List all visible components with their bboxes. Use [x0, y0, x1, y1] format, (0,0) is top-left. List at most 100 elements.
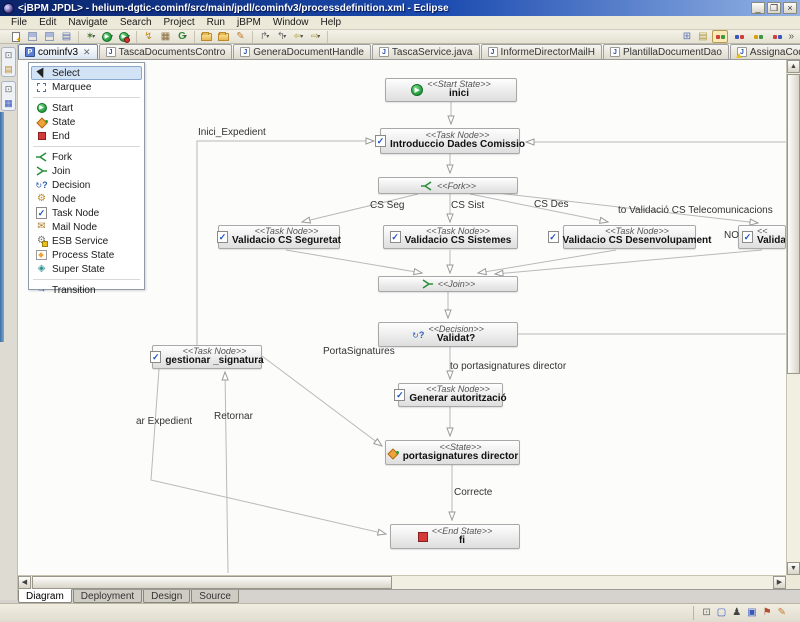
node-state-portasignatures-director[interactable]: <<State>>portasignatures director: [385, 440, 520, 465]
resource-perspective-icon[interactable]: ▤: [696, 31, 709, 43]
run-icon[interactable]: ▶▾: [101, 31, 114, 43]
save-icon[interactable]: [26, 31, 39, 43]
menu-run[interactable]: Run: [202, 17, 230, 28]
transition-label-to-validacio-cs-telecomunicacions[interactable]: to Validació CS Telecomunicacions: [618, 205, 773, 216]
node-decision-validat[interactable]: ↻? <<Decision>>Validat?: [378, 322, 518, 347]
editor-area-icon[interactable]: ▢: [717, 608, 726, 618]
menu-edit[interactable]: Edit: [34, 17, 61, 28]
palette-decision[interactable]: ↻? Decision: [31, 178, 142, 192]
team-perspective-icon[interactable]: [769, 30, 785, 43]
editor-tab-cominfv3[interactable]: P cominfv3 ✕: [18, 44, 98, 59]
palette-mail-node[interactable]: ✉ Mail Node: [31, 220, 142, 234]
transition-label-cs-seg[interactable]: CS Seg: [370, 200, 404, 211]
transition-label-cs-des[interactable]: CS Des: [534, 199, 568, 210]
palette-join[interactable]: Join: [31, 164, 142, 178]
forward-icon[interactable]: ⇨▾: [309, 31, 322, 43]
menu-file[interactable]: File: [6, 17, 32, 28]
editor-tab-informedirectormailh[interactable]: J InformeDirectorMailH: [481, 44, 602, 59]
save-all-icon[interactable]: [43, 31, 56, 43]
restore-window-icon[interactable]: ❐: [767, 2, 781, 14]
node-start-inici[interactable]: ▶ <<Start State>>inici: [385, 78, 517, 102]
debug-perspective-icon[interactable]: [750, 30, 766, 43]
bottom-tab-source[interactable]: Source: [191, 590, 239, 603]
palette-marquee[interactable]: Marquee: [31, 80, 142, 94]
palette-esb-service[interactable]: ⚙ ESB Service: [31, 234, 142, 248]
vertical-scroll-thumb[interactable]: [787, 74, 800, 374]
palette-start[interactable]: ▶ Start: [31, 101, 142, 115]
restore-view-icon[interactable]: ⊡: [3, 49, 15, 61]
node-end-fi[interactable]: <<End State>>fi: [390, 524, 520, 549]
palette-select[interactable]: Select: [31, 66, 142, 80]
back-icon[interactable]: ⇦▾: [292, 31, 305, 43]
node-fork[interactable]: <<Fork>>: [378, 177, 518, 194]
sync-icon[interactable]: ⚑: [763, 608, 772, 618]
annotate-icon[interactable]: ✎: [234, 31, 247, 43]
close-tab-icon[interactable]: ✕: [83, 47, 91, 58]
node-task-validacio-cs-telecomunicacions[interactable]: ✓ <<Validació C: [738, 225, 786, 249]
horizontal-scroll-thumb[interactable]: [32, 576, 392, 589]
editor-tab-tascadocumentscontro[interactable]: J TascaDocumentsContro: [99, 44, 233, 59]
editor-tab-plantilladocumentdao[interactable]: J PlantillaDocumentDao: [603, 44, 729, 59]
scroll-right-icon[interactable]: ▶: [773, 576, 786, 589]
palette-node[interactable]: ⚙ Node: [31, 192, 142, 206]
restore-view-icon[interactable]: ⊡: [3, 83, 15, 95]
open-perspective-icon[interactable]: ⊞: [680, 31, 693, 43]
node-task-introduccio-dades-comissio[interactable]: ✓ <<Task Node>>Introduccio Dades Comissi…: [380, 128, 520, 154]
palette-transition[interactable]: → Transition: [31, 283, 142, 297]
node-task-validacio-cs-seguretat[interactable]: ✓ <<Task Node>>Validacio CS Seguretat: [218, 225, 340, 249]
menu-search[interactable]: Search: [115, 17, 157, 28]
jbpm-perspective-icon[interactable]: [712, 30, 728, 43]
new-process-icon[interactable]: ↯: [142, 31, 155, 43]
palette-end[interactable]: End: [31, 129, 142, 143]
minimize-window-icon[interactable]: _: [751, 2, 765, 14]
transition-label-portasignatures[interactable]: PortaSignatures: [323, 346, 395, 357]
menu-project[interactable]: Project: [159, 17, 200, 28]
grid-icon[interactable]: ▦: [159, 31, 172, 43]
console-icon[interactable]: ▣: [747, 608, 756, 618]
diagram-canvas[interactable]: Select Marquee ▶ Start State End: [18, 60, 786, 575]
node-task-generar-autoritzacio[interactable]: ✓ <<Task Node>>Generar autorització: [398, 383, 503, 407]
node-join[interactable]: <<Join>>: [378, 276, 518, 292]
prev-annotation-icon[interactable]: ↰▾: [275, 31, 288, 43]
run-external-icon[interactable]: ▶▾: [118, 31, 131, 43]
print-icon[interactable]: ▤: [60, 31, 73, 43]
palette-task-node[interactable]: ✓ Task Node: [31, 206, 142, 220]
menu-jbpm[interactable]: jBPM: [232, 17, 266, 28]
close-window-icon[interactable]: ×: [783, 2, 797, 14]
palette-fork[interactable]: Fork: [31, 150, 142, 164]
horizontal-scrollbar[interactable]: ◀ ▶: [18, 575, 786, 589]
transition-label-no[interactable]: NO: [724, 230, 739, 241]
java-perspective-icon[interactable]: [731, 30, 747, 43]
menu-navigate[interactable]: Navigate: [63, 17, 112, 28]
open-resource-icon[interactable]: [217, 31, 230, 43]
next-annotation-icon[interactable]: ↱▾: [258, 31, 271, 43]
ant-build-icon[interactable]: ♟: [732, 608, 741, 618]
editor-tab-tascaservice[interactable]: J TascaService.java: [372, 44, 480, 59]
perspective-overflow-icon[interactable]: »: [788, 32, 794, 42]
scroll-down-icon[interactable]: ▼: [787, 562, 800, 575]
palette-state[interactable]: State: [31, 115, 142, 129]
new-wizard-icon[interactable]: ✦: [9, 31, 22, 43]
menu-window[interactable]: Window: [268, 17, 314, 28]
transition-label-retornar[interactable]: Retornar: [214, 411, 253, 422]
scroll-up-icon[interactable]: ▲: [787, 60, 800, 73]
outline-view-icon[interactable]: ▦: [3, 97, 15, 109]
transition-label-to-portasignatures-director[interactable]: to portasignatures director: [450, 361, 566, 372]
node-task-gestionar-signatura[interactable]: ✓ <<Task Node>>gestionar _signatura: [152, 345, 262, 369]
editor-tab-generadocumenthandle[interactable]: J GeneraDocumentHandle: [233, 44, 371, 59]
menu-help[interactable]: Help: [315, 17, 346, 28]
browser-icon[interactable]: G▾: [176, 31, 189, 43]
transition-label-cs-sist[interactable]: CS Sist: [451, 200, 484, 211]
node-task-validacio-cs-desenvolupament[interactable]: ✓ <<Task Node>>Validacio CS Desenvolupam…: [563, 225, 696, 249]
vertical-scrollbar[interactable]: ▲ ▼: [786, 60, 800, 575]
transition-label-inici-expedient[interactable]: Inici_Expedient: [198, 127, 266, 138]
bottom-tab-deployment[interactable]: Deployment: [73, 590, 142, 603]
palette-super-state[interactable]: ◈ Super State: [31, 262, 142, 276]
open-type-icon[interactable]: [200, 31, 213, 43]
scroll-left-icon[interactable]: ◀: [18, 576, 31, 589]
transition-label-correcte[interactable]: Correcte: [454, 487, 492, 498]
package-explorer-icon[interactable]: ▤: [3, 63, 15, 75]
bottom-tab-design[interactable]: Design: [143, 590, 190, 603]
editor-tab-assignacodicomissioh[interactable]: J AssignaCodiComissioH: [730, 44, 800, 59]
palette-process-state[interactable]: Process State: [31, 248, 142, 262]
